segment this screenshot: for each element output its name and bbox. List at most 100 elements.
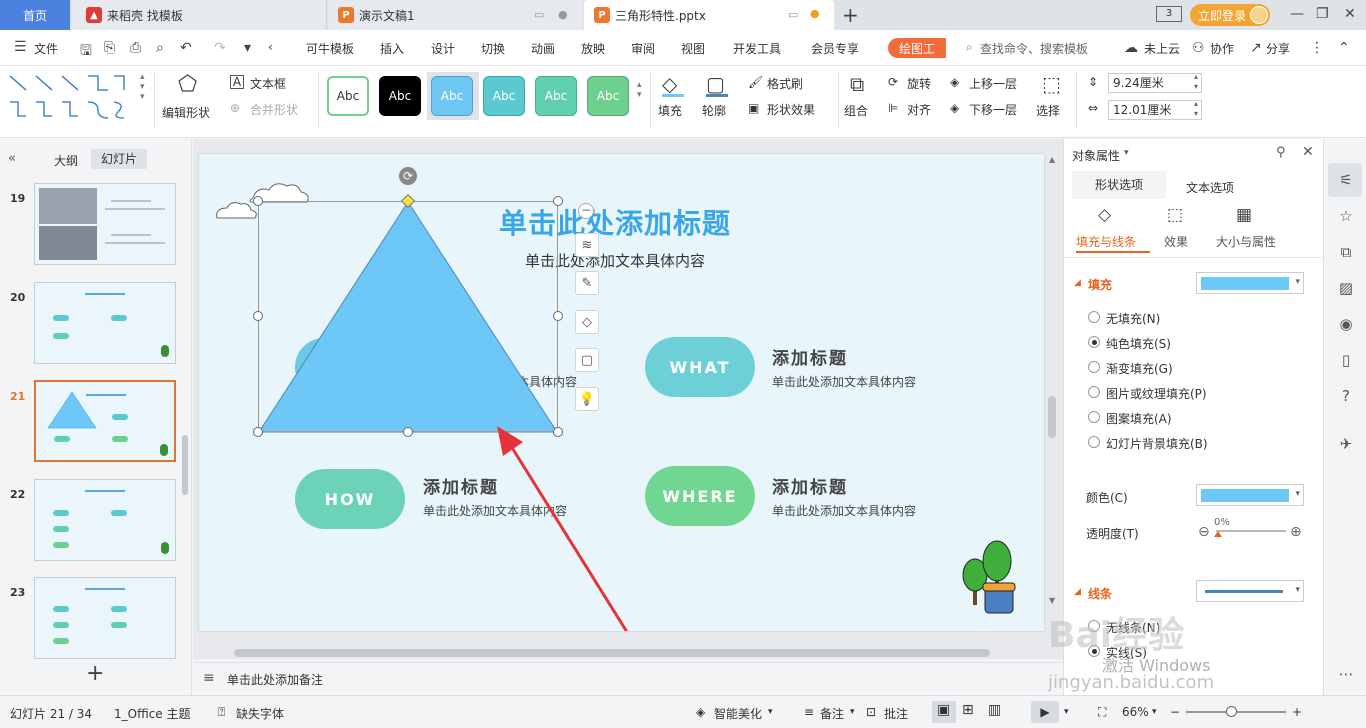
subtab-size-props[interactable]: 大小与属性 <box>1216 233 1276 250</box>
shape-effect-button[interactable]: 形状效果 <box>767 101 815 118</box>
line-style-select[interactable]: ▾ <box>1196 580 1304 602</box>
rocket-icon[interactable]: ✈ <box>1335 433 1357 455</box>
close-dot-icon[interactable]: ● <box>558 8 568 21</box>
send-backward-button[interactable]: 下移一层 <box>969 101 1017 118</box>
outline-button[interactable]: 轮廓 <box>702 102 726 119</box>
radio-no-fill[interactable] <box>1088 311 1100 323</box>
sorter-view-icon[interactable]: ⊞ <box>962 702 974 718</box>
item-text-where[interactable]: 单击此处添加文本具体内容 <box>772 502 916 519</box>
format-brush-button[interactable]: 格式刷 <box>767 75 803 92</box>
close-icon[interactable]: ✕ <box>1344 6 1356 22</box>
radio-no-line[interactable] <box>1088 620 1100 632</box>
zoom-out-icon[interactable]: − <box>1170 705 1180 719</box>
line-section-title[interactable]: 线条 <box>1088 585 1112 602</box>
notes-placeholder[interactable]: 单击此处添加备注 <box>227 671 323 688</box>
item-title-how[interactable]: 添加标题 <box>423 473 499 498</box>
transparency-minus-icon[interactable]: ⊖ <box>1198 524 1210 540</box>
cloud-status[interactable]: 未上云 <box>1144 40 1180 57</box>
transparency-slider[interactable] <box>1216 530 1286 532</box>
chevron-down-icon[interactable]: ▾ <box>768 707 773 717</box>
more-options-icon[interactable]: ⋮ <box>1310 40 1324 56</box>
preview-icon[interactable]: ⌕ <box>156 40 164 56</box>
line-shapes-gallery[interactable] <box>8 72 138 126</box>
zoom-level[interactable]: 66% <box>1122 705 1149 719</box>
bring-forward-button[interactable]: 上移一层 <box>969 75 1017 92</box>
add-slide-button[interactable]: + <box>86 661 104 686</box>
menu-slideshow[interactable]: 放映 <box>581 40 605 57</box>
thumbnail-scrollbar[interactable] <box>182 435 188 495</box>
shape-style-1[interactable]: Abc <box>327 76 369 116</box>
pill-what[interactable]: WHAT <box>645 337 755 397</box>
chevron-down-icon[interactable]: ▾ <box>1064 707 1069 717</box>
shape-style-6[interactable]: Abc <box>587 76 629 116</box>
menu-file[interactable]: 文件 <box>34 40 58 57</box>
export-icon[interactable]: ⎘ <box>104 40 115 56</box>
zoom-slider-thumb[interactable] <box>1226 706 1237 717</box>
new-tab-icon[interactable]: + <box>842 3 859 27</box>
collapse-float-icon[interactable]: − <box>578 203 594 219</box>
resize-handle-w[interactable] <box>253 311 263 321</box>
panel-title-dropdown-icon[interactable]: ▾ <box>1124 148 1129 158</box>
help-icon[interactable]: ? <box>1335 385 1357 407</box>
item-text-what[interactable]: 单击此处添加文本具体内容 <box>772 373 916 390</box>
menu-developer[interactable]: 开发工具 <box>733 40 781 57</box>
print-icon[interactable]: ⎙ <box>130 40 141 56</box>
transparency-slider-thumb[interactable] <box>1214 531 1222 537</box>
align-button[interactable]: 对齐 <box>907 101 931 118</box>
login-button[interactable]: 立即登录 <box>1190 4 1270 26</box>
scroll-down-icon[interactable]: ▼ <box>1049 596 1055 605</box>
image-icon[interactable]: ▨ <box>1335 277 1357 299</box>
group-button[interactable]: 组合 <box>844 102 868 119</box>
monitor-icon[interactable]: ▭ <box>788 8 798 21</box>
label-pattern-fill[interactable]: 图案填充(A) <box>1106 410 1172 427</box>
resize-handle-nw[interactable] <box>253 196 263 206</box>
fill-section-title[interactable]: 填充 <box>1088 276 1112 293</box>
tab-docer[interactable]: ▲ 来稻壳 找模板 <box>72 0 327 30</box>
gallery-scroll-icon[interactable]: ▴ ▾ ▾ <box>140 72 145 102</box>
slide[interactable]: 单击此处添加标题 单击此处添加文本具体内容 本具体内容 WHAT 添加标题 单击… <box>199 154 1044 631</box>
share-button[interactable]: 分享 <box>1266 40 1290 57</box>
properties-icon[interactable]: ⚟ <box>1335 169 1357 191</box>
redo-icon[interactable]: ↷ <box>214 40 226 56</box>
radio-picture-fill[interactable] <box>1088 386 1100 398</box>
textbox-button[interactable]: 文本框 <box>250 75 286 92</box>
location-icon[interactable]: ◉ <box>1335 313 1357 335</box>
resize-handle-s[interactable] <box>403 427 413 437</box>
slide-thumbnail-21[interactable] <box>34 380 176 462</box>
scroll-up-icon[interactable]: ▲ <box>1049 155 1055 164</box>
tab-triangle-pptx[interactable]: P 三角形特性.pptx ▭ ● <box>584 0 834 30</box>
fit-window-icon[interactable]: ⛶ <box>1098 705 1106 720</box>
label-no-line[interactable]: 无线条(N) <box>1106 619 1160 636</box>
subtab-fill-line[interactable]: 填充与线条 <box>1076 233 1136 250</box>
menu-view[interactable]: 视图 <box>681 40 705 57</box>
menu-review[interactable]: 审阅 <box>631 40 655 57</box>
unsaved-dot-icon[interactable]: ● <box>810 7 820 20</box>
play-icon[interactable]: ▶ <box>1031 701 1059 723</box>
label-no-fill[interactable]: 无填充(N) <box>1106 310 1160 327</box>
radio-gradient-fill[interactable] <box>1088 361 1100 373</box>
comments-button[interactable]: 批注 <box>884 705 908 722</box>
notes-toggle[interactable]: 备注 <box>820 705 844 722</box>
radio-pattern-fill[interactable] <box>1088 411 1100 423</box>
hamburger-icon[interactable]: ☰ <box>14 39 27 55</box>
canvas-horizontal-scrollbar[interactable] <box>234 649 990 657</box>
missing-font-button[interactable]: 缺失字体 <box>236 705 284 722</box>
label-solid-fill[interactable]: 纯色填充(S) <box>1106 335 1171 352</box>
monitor-icon[interactable]: ▭ <box>534 8 544 21</box>
slide-thumbnail-22[interactable] <box>34 479 176 561</box>
menu-animation[interactable]: 动画 <box>531 40 555 57</box>
resize-handle-e[interactable] <box>553 311 563 321</box>
tab-shape-options[interactable]: 形状选项 <box>1072 171 1166 199</box>
fill-float-icon[interactable]: ◇ <box>575 310 599 334</box>
collapse-panel-icon[interactable]: « <box>8 151 16 166</box>
select-button[interactable]: 选择 <box>1036 102 1060 119</box>
edit-shape-button[interactable]: 编辑形状 <box>162 104 210 121</box>
transparency-plus-icon[interactable]: ⊕ <box>1290 524 1302 540</box>
outline-float-icon[interactable]: ▢ <box>575 348 599 372</box>
pill-where[interactable]: WHERE <box>645 466 755 526</box>
tab-slides[interactable]: 幻灯片 <box>91 149 147 169</box>
slide-thumbnail-19[interactable] <box>34 183 176 265</box>
menu-keniu-template[interactable]: 可牛模板 <box>306 40 354 57</box>
color-select[interactable]: ▾ <box>1196 484 1304 506</box>
style-gallery-more-icon[interactable]: ▴ ▾ <box>637 80 642 100</box>
